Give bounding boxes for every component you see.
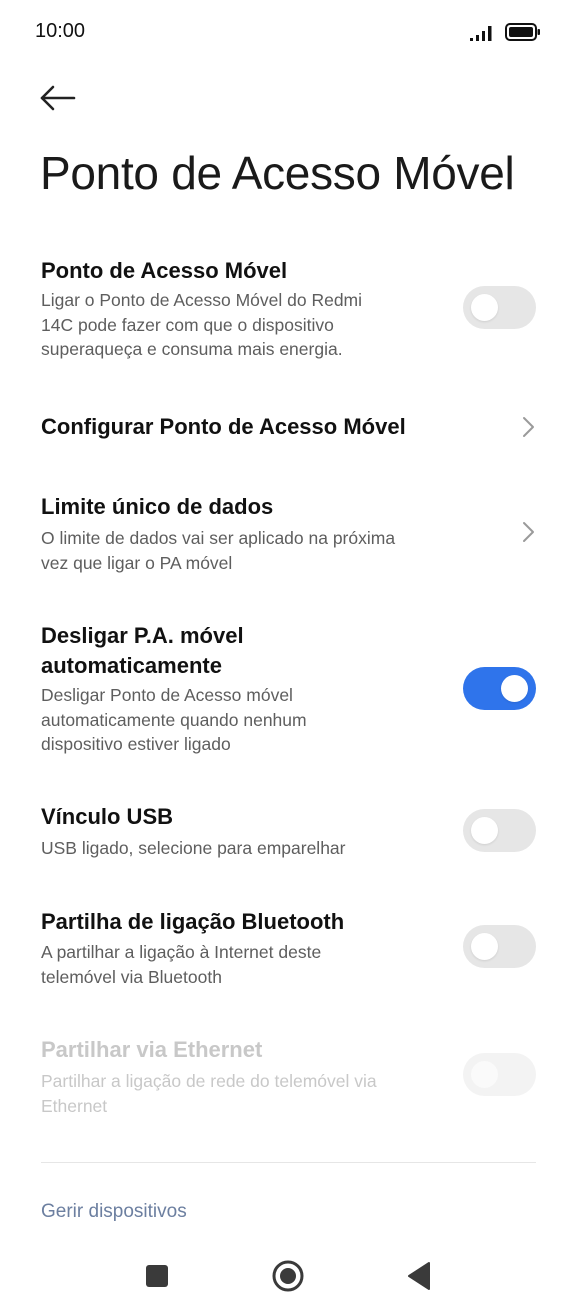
row-title: Partilha de ligação Bluetooth: [41, 909, 345, 934]
navigation-bar: [0, 1240, 577, 1316]
auto-off-row[interactable]: Desligar P.A. móvel automaticamente Desl…: [0, 615, 577, 765]
row-title: Configurar Ponto de Acesso Móvel: [41, 414, 406, 439]
row-title: Limite único de dados: [41, 494, 274, 519]
ethernet-tethering-toggle: [463, 1053, 536, 1096]
back-arrow-icon[interactable]: [36, 78, 80, 118]
divider: [41, 1162, 536, 1163]
chevron-right-icon: [523, 417, 534, 437]
home-icon[interactable]: [264, 1252, 312, 1300]
row-title: Desligar P.A. móvel automaticamente: [41, 623, 244, 678]
hotspot-toggle-row[interactable]: Ponto de Acesso Móvel Ligar o Ponto de A…: [0, 250, 577, 370]
battery-icon: [505, 23, 540, 41]
recent-apps-icon[interactable]: [133, 1252, 181, 1300]
row-title: Partilhar via Ethernet: [41, 1037, 263, 1062]
signal-icon: [470, 26, 492, 41]
row-title: Ponto de Acesso Móvel: [41, 258, 288, 283]
configure-hotspot-row[interactable]: Configurar Ponto de Acesso Móvel: [0, 400, 577, 460]
hotspot-toggle[interactable]: [463, 286, 536, 329]
manage-devices-link[interactable]: Gerir dispositivos: [41, 1201, 187, 1223]
row-subtitle: Partilhar a ligação de rede do telemóvel…: [41, 1071, 377, 1116]
bluetooth-tethering-toggle[interactable]: [463, 925, 536, 968]
row-subtitle: USB ligado, selecione para emparelhar: [41, 838, 346, 858]
row-subtitle: Desligar Ponto de Acesso móvel automatic…: [41, 685, 307, 754]
row-title: Vínculo USB: [41, 804, 174, 829]
row-subtitle: A partilhar a ligação à Internet deste t…: [41, 942, 322, 987]
usb-tethering-row[interactable]: Vínculo USB USB ligado, selecione para e…: [0, 798, 577, 868]
row-subtitle: O limite de dados vai ser aplicado na pr…: [41, 528, 396, 573]
row-subtitle: Ligar o Ponto de Acesso Móvel do Redmi 1…: [41, 290, 363, 359]
page-title: Ponto de Acesso Móvel: [40, 147, 515, 199]
auto-off-toggle[interactable]: [463, 667, 536, 710]
usb-tethering-toggle[interactable]: [463, 809, 536, 852]
back-triangle-icon[interactable]: [396, 1252, 444, 1300]
status-time: 10:00: [35, 20, 86, 42]
bluetooth-tethering-row[interactable]: Partilha de ligação Bluetooth A partilha…: [0, 903, 577, 993]
data-limit-row[interactable]: Limite único de dados O limite de dados …: [0, 486, 577, 586]
ethernet-tethering-row: Partilhar via Ethernet Partilhar a ligaç…: [0, 1033, 577, 1123]
status-bar: 10:00: [0, 0, 577, 64]
chevron-right-icon: [523, 522, 534, 542]
